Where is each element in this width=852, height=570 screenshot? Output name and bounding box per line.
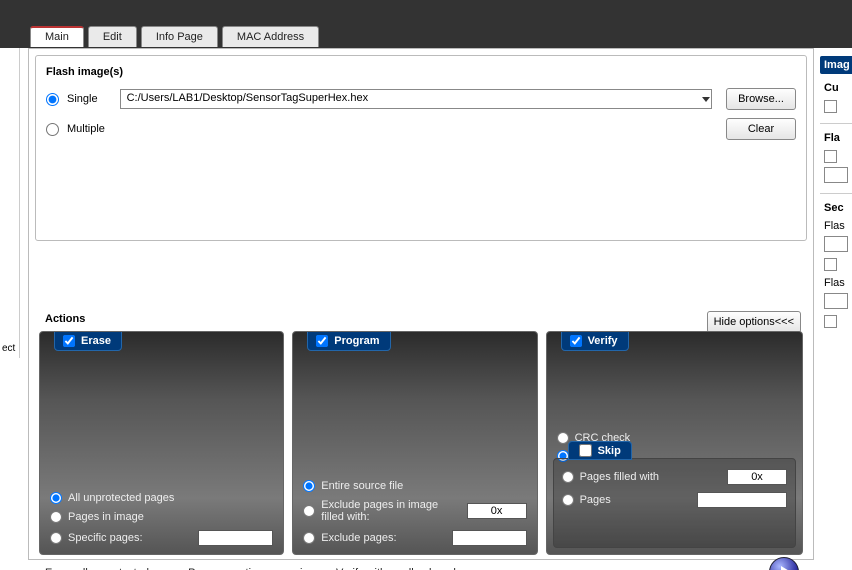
verify-panel: Verify CRC check Readback Skip (546, 331, 803, 555)
radio-multiple[interactable] (46, 123, 59, 136)
verify-label: Verify (588, 335, 618, 347)
program-checkbox[interactable] (316, 335, 328, 347)
input-skip-pages[interactable] (697, 492, 787, 508)
radio-erase-specific[interactable] (50, 532, 62, 544)
input-prog-exclude-val[interactable] (467, 503, 527, 519)
actions-title: Actions (45, 313, 85, 325)
image-path-input[interactable]: C:/Users/LAB1/Desktop/SensorTagSuperHex.… (120, 89, 712, 109)
left-label: ect (2, 343, 15, 354)
label-single: Single (67, 93, 98, 105)
input-erase-specific[interactable] (198, 530, 273, 546)
side-input-3[interactable] (824, 293, 848, 309)
label-prog-exclude-filled: Exclude pages in image filled with: (321, 499, 454, 523)
skip-tab[interactable]: Skip (568, 441, 632, 460)
tab-info-page[interactable]: Info Page (141, 26, 218, 47)
left-panel-sliver: ect (0, 48, 20, 358)
radio-skip-filled[interactable] (562, 471, 574, 483)
skip-label: Skip (598, 445, 621, 457)
verify-tab[interactable]: Verify (561, 331, 629, 351)
flash-images-title: Flash image(s) (46, 66, 796, 78)
side-checkbox-1[interactable] (824, 100, 837, 113)
radio-prog-exclude[interactable] (303, 532, 315, 544)
label-erase-image: Pages in image (68, 511, 144, 523)
input-skip-filled[interactable] (727, 469, 787, 485)
radio-single[interactable] (46, 93, 59, 106)
erase-checkbox[interactable] (63, 335, 75, 347)
side-checkbox-4[interactable] (824, 315, 837, 328)
side-label-cu: Cu (820, 82, 852, 94)
main-panel: Flash image(s) Single C:/Users/LAB1/Desk… (28, 48, 814, 560)
side-label-fla: Fla (820, 132, 852, 144)
tab-main[interactable]: Main (30, 26, 84, 47)
side-label-sec: Sec (820, 202, 852, 214)
radio-erase-image[interactable] (50, 511, 62, 523)
browse-button[interactable]: Browse... (726, 88, 796, 110)
radio-erase-all[interactable] (50, 492, 62, 504)
erase-panel: Erase All unprotected pages Pages in ima… (39, 331, 284, 555)
side-input-2[interactable] (824, 236, 848, 252)
label-multiple: Multiple (67, 123, 105, 135)
right-side-panel: Imag Cu Fla Sec Flas Flas (820, 56, 852, 556)
path-dropdown-icon[interactable] (702, 97, 710, 102)
play-button[interactable] (769, 557, 799, 570)
actions-row: Erase All unprotected pages Pages in ima… (39, 331, 803, 555)
erase-tab[interactable]: Erase (54, 331, 122, 351)
label-erase-all: All unprotected pages (68, 492, 174, 504)
radio-verify-crc[interactable] (557, 432, 569, 444)
verify-checkbox[interactable] (570, 335, 582, 347)
side-checkbox-3[interactable] (824, 258, 837, 271)
program-panel: Program Entire source file Exclude pages… (292, 331, 537, 555)
erase-label: Erase (81, 335, 111, 347)
label-prog-exclude: Exclude pages: (321, 532, 396, 544)
main-tabs: Main Edit Info Page MAC Address (30, 26, 319, 47)
skip-checkbox[interactable] (579, 444, 592, 457)
clear-button[interactable]: Clear (726, 118, 796, 140)
label-skip-filled: Pages filled with (580, 471, 660, 483)
side-tab-image[interactable]: Imag (820, 56, 852, 74)
program-tab[interactable]: Program (307, 331, 390, 351)
radio-skip-pages[interactable] (562, 494, 574, 506)
skip-box: Skip Pages filled with Pages (553, 458, 796, 548)
input-prog-exclude[interactable] (452, 530, 527, 546)
hide-options-button[interactable]: Hide options<<< (707, 311, 801, 333)
label-prog-entire: Entire source file (321, 480, 403, 492)
label-skip-pages: Pages (580, 494, 611, 506)
radio-prog-entire[interactable] (303, 480, 315, 492)
side-label-flas2: Flas (824, 277, 852, 289)
label-erase-specific: Specific pages: (68, 532, 143, 544)
tab-mac-address[interactable]: MAC Address (222, 26, 319, 47)
side-label-flas1: Flas (824, 220, 852, 232)
side-checkbox-2[interactable] (824, 150, 837, 163)
side-input-1[interactable] (824, 167, 848, 183)
tab-edit[interactable]: Edit (88, 26, 137, 47)
program-label: Program (334, 335, 379, 347)
radio-prog-exclude-filled[interactable] (303, 505, 315, 517)
flash-images-section: Flash image(s) Single C:/Users/LAB1/Desk… (35, 55, 807, 241)
